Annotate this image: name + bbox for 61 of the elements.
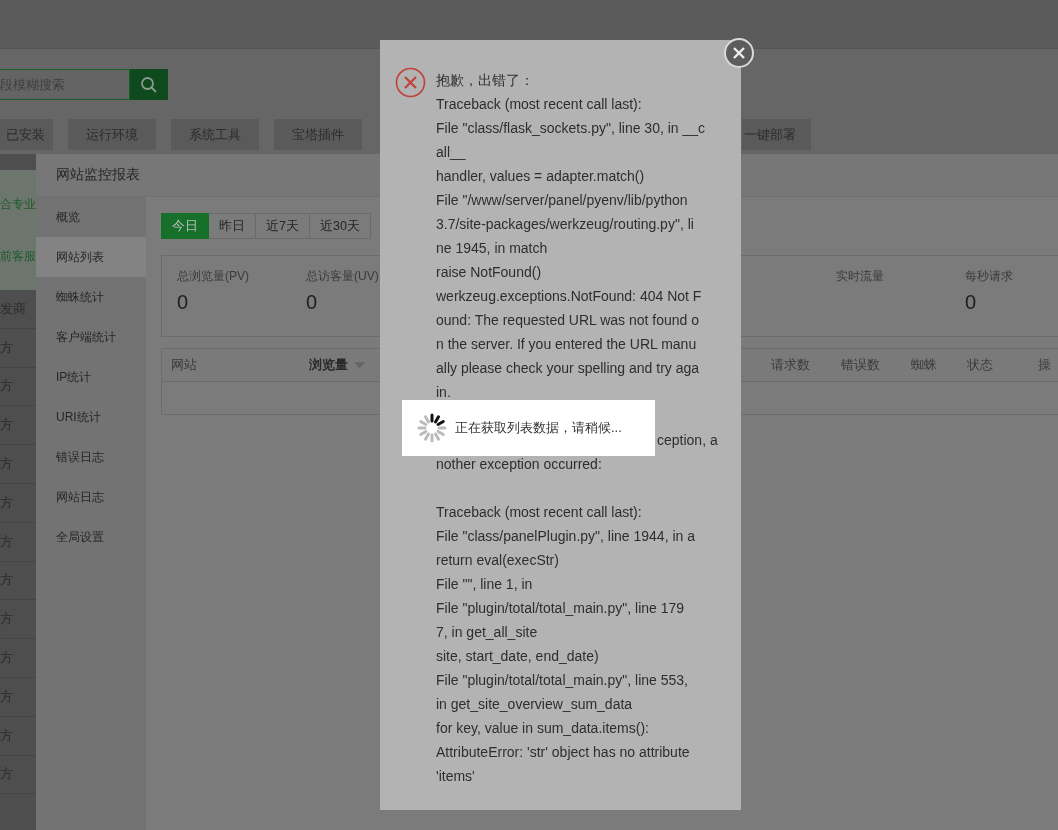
error-line: ne 1945, in match [436,239,548,258]
nav-item[interactable]: 网站日志 [36,477,146,517]
column-header: 网站 [171,356,197,374]
stat-value: 0 [177,291,190,314]
search-button[interactable] [130,69,168,100]
nav-item[interactable]: 客户端统计 [36,317,146,357]
error-line: Traceback (most recent call last): [436,503,642,522]
error-line: werkzeug.exceptions.NotFound: 404 Not F [436,287,702,306]
search-icon [140,75,158,94]
error-line: return eval(execStr) [436,551,559,570]
error-line: site, start_date, end_date) [436,647,599,666]
error-line: File "", line 1, in [436,575,533,594]
date-tab[interactable]: 今日 [161,213,209,239]
nav-item[interactable]: 概览 [36,197,146,237]
error-line: in. [436,383,451,402]
error-line: 'items' [436,767,475,786]
column-header: 错误数 [841,356,880,374]
error-line: AttributeError: 'str' object has no attribute [436,743,690,762]
error-line: File "class/panelPlugin.py", line 1944, in a [436,527,695,546]
error-line: in get_site_overview_sum_data [436,695,633,714]
column-header: 状态 [967,356,993,374]
error-line: handler, values = adapter.match() [436,167,645,186]
error-line: all__ [436,143,466,162]
error-line: 3.7/site-packages/werkzeug/routing.py", li [436,215,694,234]
error-icon [395,67,426,98]
nav-item[interactable]: 错误日志 [36,437,146,477]
column-header: 操 [1038,356,1051,374]
spinner-icon [417,413,447,443]
date-tab[interactable]: 近7天 [256,213,310,239]
stat-label: 每秒请求 [965,268,1014,285]
nav-item[interactable]: IP统计 [36,357,146,397]
modal-title: 网站监控报表 [56,166,140,184]
error-line: File "plugin/total/total_main.py", line 553, [436,671,688,690]
error-line: ception, a [657,431,718,450]
error-title: 抱歉，出错了： [436,71,534,90]
error-line: raise NotFound() [436,263,542,282]
error-line: nother exception occurred: [436,455,602,474]
error-line: Traceback (most recent call last): [436,95,642,114]
date-tab[interactable]: 昨日 [209,213,256,239]
nav-item[interactable]: URI统计 [36,397,146,437]
error-line: ound: The requested URL was not found o [436,311,700,330]
column-header: 请求数 [771,356,810,374]
loading-text: 正在获取列表数据，请稍候... [455,419,622,437]
error-line: 7, in get_all_site [436,623,538,642]
error-line: File "class/flask_sockets.py", line 30, in __c [436,119,706,138]
column-header[interactable]: 浏览量 [309,356,348,374]
nav-item[interactable]: 蜘蛛统计 [36,277,146,317]
error-line: File "plugin/total/total_main.py", line 179 [436,599,685,618]
error-line: ally please check your spelling and try aga [436,359,700,378]
error-line: n the server. If you entered the URL manu [436,335,697,354]
stat-value: 0 [965,291,978,314]
nav-item[interactable]: 网站列表 [36,237,146,277]
nav-item[interactable]: 全局设置 [36,517,146,557]
notice-text: 前客服 [0,248,36,264]
column-header: 蜘蛛 [911,356,937,374]
close-icon [732,46,746,60]
error-line: for key, value in sum_data.items(): [436,719,649,738]
error-line: File "/www/server/panel/pyenv/lib/python [436,191,688,210]
date-tab[interactable]: 近30天 [309,213,371,239]
stat-value: 0 [306,291,319,314]
notice-text: 合专业 [0,196,36,212]
